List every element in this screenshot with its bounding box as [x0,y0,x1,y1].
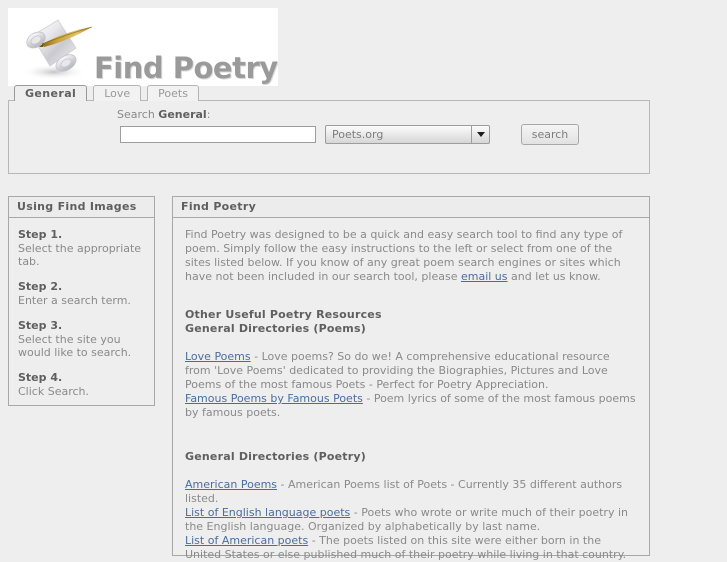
step-title: Step 2. [18,280,63,293]
sidebar-panel: Using Find Images Step 1. Select the app… [8,196,155,406]
tab-strip: General Love Poets [14,83,205,101]
tab-poets[interactable]: Poets [147,85,199,101]
search-panel: Search General: Poets.org search [8,100,650,174]
main-header: Find Poetry [173,197,649,218]
intro-paragraph: Find Poetry was designed to be a quick a… [185,228,637,284]
search-label-scope: General [158,108,207,121]
list-item: List of English language poets - Poets w… [185,506,637,534]
step-text: Enter a search term. [18,294,131,307]
list-item: List of American poets - The poets liste… [185,534,637,562]
search-label: Search General: [117,108,210,121]
search-input[interactable] [120,126,316,143]
tab-love[interactable]: Love [93,85,142,101]
step-item: Step 4. Click Search. [18,371,145,398]
poems-link-list: Love Poems - Love poems? So do we! A com… [185,350,637,420]
scroll-quill-icon [14,14,96,84]
sidebar-body: Step 1. Select the appropriate tab. Step… [9,218,154,398]
poetry-heading: General Directories (Poetry) [185,450,366,463]
american-poems-link[interactable]: American Poems [185,478,277,491]
step-item: Step 2. Enter a search term. [18,280,145,307]
step-text: Select the appropriate tab. [18,242,142,268]
sidebar-header: Using Find Images [9,197,154,218]
list-item: Love Poems - Love poems? So do we! A com… [185,350,637,392]
site-select-value: Poets.org [332,128,384,141]
search-label-suffix: : [206,108,211,121]
resources-heading: Other Useful Poetry Resources [185,308,382,321]
famous-poems-link[interactable]: Famous Poems by Famous Poets [185,392,363,405]
step-text: Click Search. [18,385,89,398]
step-item: Step 3. Select the site you would like t… [18,319,145,359]
list-item: American Poems - American Poems list of … [185,478,637,506]
list-item: Famous Poems by Famous Poets - Poem lyri… [185,392,637,420]
american-poets-link[interactable]: List of American poets [185,534,308,547]
love-poems-link[interactable]: Love Poems [185,350,251,363]
search-controls-row: Poets.org search [120,124,579,145]
email-us-link[interactable]: email us [461,270,508,283]
step-title: Step 1. [18,228,63,241]
logo-banner: Find Poetry [8,8,278,86]
poems-heading: General Directories (Poems) [185,322,366,335]
step-text: Select the site you would like to search… [18,333,132,359]
step-title: Step 4. [18,371,63,384]
intro-part2: and let us know. [507,270,601,283]
search-label-prefix: Search [117,108,159,121]
english-poets-link[interactable]: List of English language poets [185,506,350,519]
poetry-link-list: American Poems - American Poems list of … [185,478,637,562]
search-button[interactable]: search [521,124,579,145]
main-body: Find Poetry was designed to be a quick a… [173,218,649,562]
resources-headings: Other Useful Poetry Resources General Di… [185,308,637,336]
chevron-down-icon[interactable] [471,126,489,143]
step-title: Step 3. [18,319,63,332]
tab-general[interactable]: General [14,85,88,101]
step-item: Step 1. Select the appropriate tab. [18,228,145,268]
site-select[interactable]: Poets.org [325,125,490,144]
logo-title: Find Poetry [94,51,278,85]
main-panel: Find Poetry Find Poetry was designed to … [172,196,650,561]
